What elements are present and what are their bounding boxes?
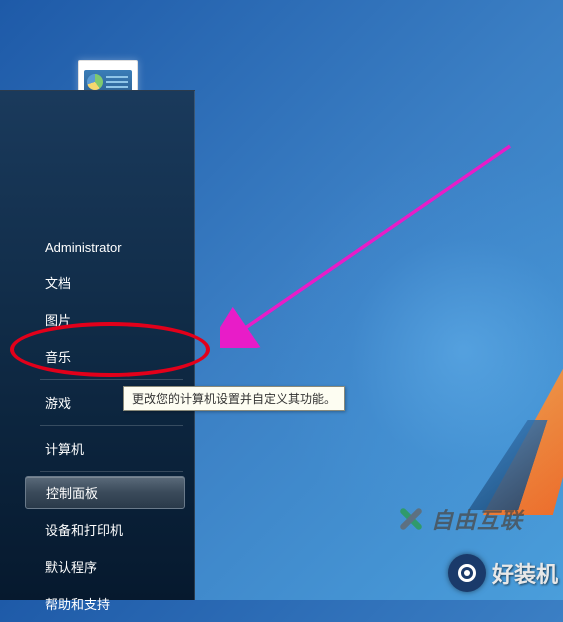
menu-separator <box>40 471 183 472</box>
x-logo-icon <box>397 505 425 533</box>
menu-item-label: Administrator <box>45 240 122 255</box>
menu-item-control-panel[interactable]: 控制面板 <box>25 476 185 509</box>
start-menu-right-panel: Administrator 文档 图片 音乐 游戏 计算机 控制面板 设备和打印… <box>0 90 195 600</box>
menu-item-label: 图片 <box>45 313 71 328</box>
menu-item-label: 音乐 <box>45 350 71 365</box>
annotation-arrow-icon <box>220 138 520 348</box>
menu-item-devices-printers[interactable]: 设备和打印机 <box>0 511 195 548</box>
menu-item-computer[interactable]: 计算机 <box>0 430 195 467</box>
menu-item-documents[interactable]: 文档 <box>0 264 195 301</box>
menu-item-label: 默认程序 <box>45 560 97 575</box>
tooltip-text: 更改您的计算机设置并自定义其功能。 <box>132 392 336 406</box>
menu-item-pictures[interactable]: 图片 <box>0 301 195 338</box>
menu-separator <box>40 379 183 380</box>
menu-item-label: 帮助和支持 <box>45 597 110 612</box>
watermark-text: 好装机 <box>492 557 558 589</box>
tooltip: 更改您的计算机设置并自定义其功能。 <box>123 386 345 411</box>
menu-item-music[interactable]: 音乐 <box>0 338 195 375</box>
watermark-ziyouhulian: 自由互联 <box>397 503 523 535</box>
menu-item-help-support[interactable]: 帮助和支持 <box>0 585 195 622</box>
menu-item-label: 计算机 <box>45 442 84 457</box>
menu-item-label: 设备和打印机 <box>45 523 123 538</box>
menu-item-default-programs[interactable]: 默认程序 <box>0 548 195 585</box>
menu-item-label: 游戏 <box>45 396 71 411</box>
camera-circle-icon <box>448 554 486 592</box>
menu-item-administrator[interactable]: Administrator <box>0 231 195 264</box>
watermark-haozhuangji: 好装机 <box>448 554 558 592</box>
menu-item-label: 文档 <box>45 276 71 291</box>
menu-item-label: 控制面板 <box>46 486 98 501</box>
watermark-text: 自由互联 <box>431 503 523 535</box>
start-menu-list: Administrator 文档 图片 音乐 游戏 计算机 控制面板 设备和打印… <box>0 231 195 622</box>
menu-separator <box>40 425 183 426</box>
